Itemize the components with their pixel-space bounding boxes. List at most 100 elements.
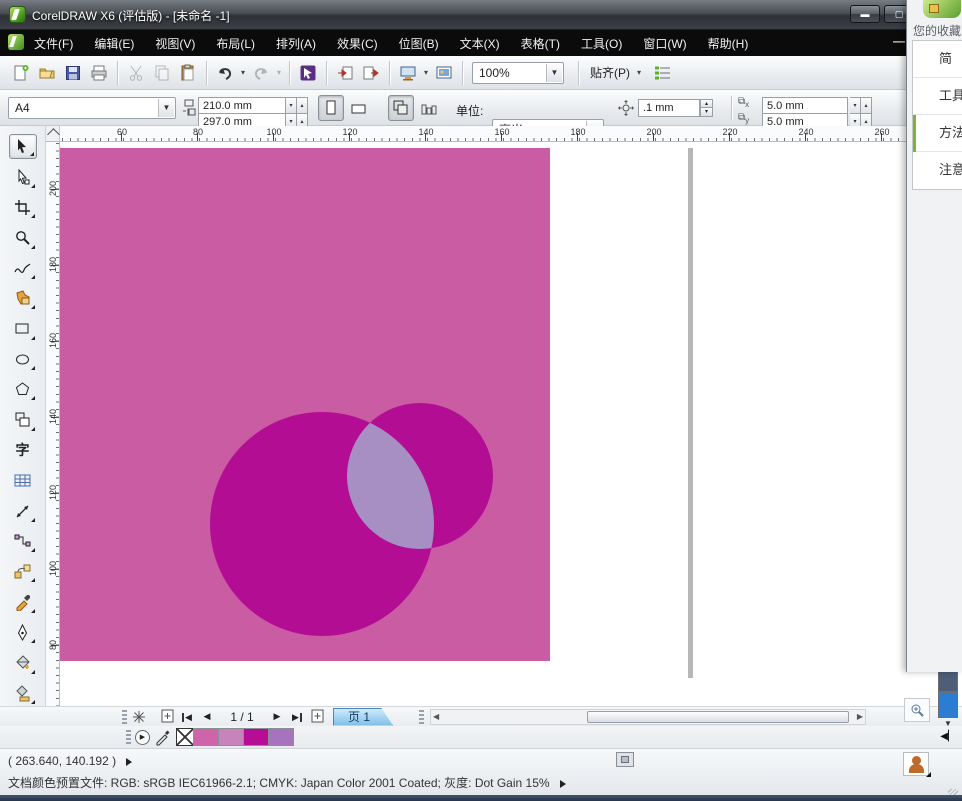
list-item[interactable]: 简 xyxy=(913,41,962,78)
separator xyxy=(578,61,579,85)
polygon-tool[interactable] xyxy=(9,377,37,402)
shape-tool[interactable] xyxy=(9,164,37,189)
smart-fill-tool[interactable] xyxy=(9,286,37,311)
flyout-arrow-icon[interactable] xyxy=(560,780,566,788)
flyout-arrow-icon[interactable] xyxy=(126,758,132,766)
scroll-right-icon[interactable]: ▶ xyxy=(857,712,863,721)
all-pages-button[interactable] xyxy=(388,95,414,121)
palette-expand-icon[interactable]: ◀▏ xyxy=(936,730,960,744)
eyedropper-icon[interactable] xyxy=(154,728,172,746)
navigator-zoom-icon[interactable] xyxy=(904,698,930,722)
separator xyxy=(206,61,207,85)
palette-swatch[interactable] xyxy=(218,728,244,746)
list-item[interactable]: 方法 xyxy=(913,115,962,152)
menu-effects[interactable]: 效果(C) xyxy=(337,35,378,52)
ruler-origin-icon[interactable] xyxy=(46,126,60,142)
hints-topic-list: 简 工具 方法 注意 xyxy=(912,40,962,190)
palette-swatch[interactable] xyxy=(243,728,269,746)
outline-pen-tool[interactable] xyxy=(9,620,37,645)
color-eyedropper-tool[interactable] xyxy=(9,589,37,614)
add-page-before-button[interactable] xyxy=(157,709,177,725)
menu-text[interactable]: 文本(X) xyxy=(460,35,500,52)
rectangle-tool[interactable] xyxy=(9,316,37,341)
open-button[interactable] xyxy=(34,60,60,86)
nudge-field[interactable]: .1 mm xyxy=(638,99,700,117)
display-proof-icon[interactable] xyxy=(616,752,634,767)
current-page-button[interactable] xyxy=(416,95,442,121)
last-page-button[interactable]: ▶ xyxy=(287,712,307,722)
chevron-down-icon[interactable]: ▼ xyxy=(546,64,562,82)
menu-layout[interactable]: 布局(L) xyxy=(216,35,255,52)
list-item[interactable]: 注意 xyxy=(913,152,962,189)
menu-bitmaps[interactable]: 位图(B) xyxy=(399,35,439,52)
import-button[interactable] xyxy=(332,60,358,86)
parallel-dimension-tool[interactable] xyxy=(9,498,37,523)
menu-arrange[interactable]: 排列(A) xyxy=(276,35,316,52)
table-tool[interactable] xyxy=(9,468,37,493)
basic-shapes-tool[interactable] xyxy=(9,407,37,432)
undo-dropdown-icon[interactable]: ▾ xyxy=(238,68,248,77)
add-page-after-button[interactable] xyxy=(307,709,327,725)
blend-tool[interactable] xyxy=(9,559,37,584)
splitter-handle[interactable] xyxy=(419,710,424,724)
palette-swatch[interactable] xyxy=(193,728,219,746)
scroll-left-icon[interactable]: ◀ xyxy=(433,712,439,721)
nudge-spinner[interactable]: ▴ ▾ xyxy=(700,99,713,117)
menu-edit[interactable]: 编辑(E) xyxy=(94,35,134,52)
options-button[interactable] xyxy=(650,60,676,86)
menu-help[interactable]: 帮助(H) xyxy=(708,35,749,52)
palette-swatch[interactable] xyxy=(268,728,294,746)
paste-button[interactable] xyxy=(175,60,201,86)
snap-dropdown-icon[interactable]: ▾ xyxy=(634,68,644,77)
menu-tools[interactable]: 工具(O) xyxy=(581,35,622,52)
document-minimize-icon[interactable]: — xyxy=(893,34,905,48)
ellipse-tool[interactable] xyxy=(9,347,37,372)
menu-view[interactable]: 视图(V) xyxy=(155,35,195,52)
page-size-combo[interactable]: A4 ▼ xyxy=(8,97,176,119)
pick-tool[interactable] xyxy=(9,134,37,159)
search-content-button[interactable] xyxy=(295,60,321,86)
export-button[interactable] xyxy=(358,60,384,86)
landscape-button[interactable] xyxy=(346,95,372,121)
print-button[interactable] xyxy=(86,60,112,86)
zoom-tool[interactable] xyxy=(9,225,37,250)
page-tab[interactable]: 页 1 xyxy=(333,708,393,726)
color-swatch[interactable] xyxy=(938,692,958,718)
list-item[interactable]: 工具 xyxy=(913,78,962,115)
object-properties-icon[interactable] xyxy=(903,752,929,776)
minimize-button[interactable]: ▬ xyxy=(850,5,880,23)
portrait-button[interactable] xyxy=(318,95,344,121)
palette-scroll-down-icon[interactable]: ▼ xyxy=(936,718,960,730)
no-color-swatch[interactable] xyxy=(176,728,194,746)
menu-file[interactable]: 文件(F) xyxy=(34,35,73,52)
new-document-button[interactable] xyxy=(8,60,34,86)
chevron-down-icon[interactable]: ▼ xyxy=(158,99,174,117)
application-launcher-button[interactable] xyxy=(395,60,421,86)
straight-line-connector-tool[interactable] xyxy=(9,529,37,554)
drag-handle[interactable] xyxy=(126,730,131,744)
drag-handle[interactable] xyxy=(122,710,127,724)
interactive-fill-tool[interactable] xyxy=(9,681,37,706)
fill-tool[interactable] xyxy=(9,650,37,675)
welcome-screen-button[interactable] xyxy=(431,60,457,86)
menu-table[interactable]: 表格(T) xyxy=(521,35,560,52)
undo-button[interactable] xyxy=(212,60,238,86)
first-page-button[interactable]: ◀ xyxy=(177,712,197,722)
quick-customize-icon[interactable] xyxy=(131,709,147,725)
menu-window[interactable]: 窗口(W) xyxy=(643,35,686,52)
snap-to-button[interactable]: 贴齐(P) xyxy=(590,64,630,81)
text-tool[interactable]: 字 xyxy=(9,438,37,463)
zoom-level-combo[interactable]: 100% ▼ xyxy=(472,62,564,84)
horizontal-ruler[interactable]: 60 80 100 120 140 160 180 200 220 240 26… xyxy=(46,126,908,142)
freehand-tool[interactable] xyxy=(9,256,37,281)
next-page-button[interactable]: ▶ xyxy=(267,711,287,722)
drawing-canvas[interactable] xyxy=(60,142,908,706)
horizontal-scrollbar[interactable]: ◀ ▶ xyxy=(430,709,866,725)
save-button[interactable] xyxy=(60,60,86,86)
vertical-ruler[interactable]: 200 180 160 140 120 100 80 xyxy=(46,142,60,706)
scrollbar-thumb[interactable] xyxy=(587,711,849,723)
launcher-dropdown-icon[interactable]: ▾ xyxy=(421,68,431,77)
previous-page-button[interactable]: ◀ xyxy=(197,711,217,722)
palette-flyout-button[interactable]: ▶ xyxy=(135,730,150,745)
crop-tool[interactable] xyxy=(9,195,37,220)
